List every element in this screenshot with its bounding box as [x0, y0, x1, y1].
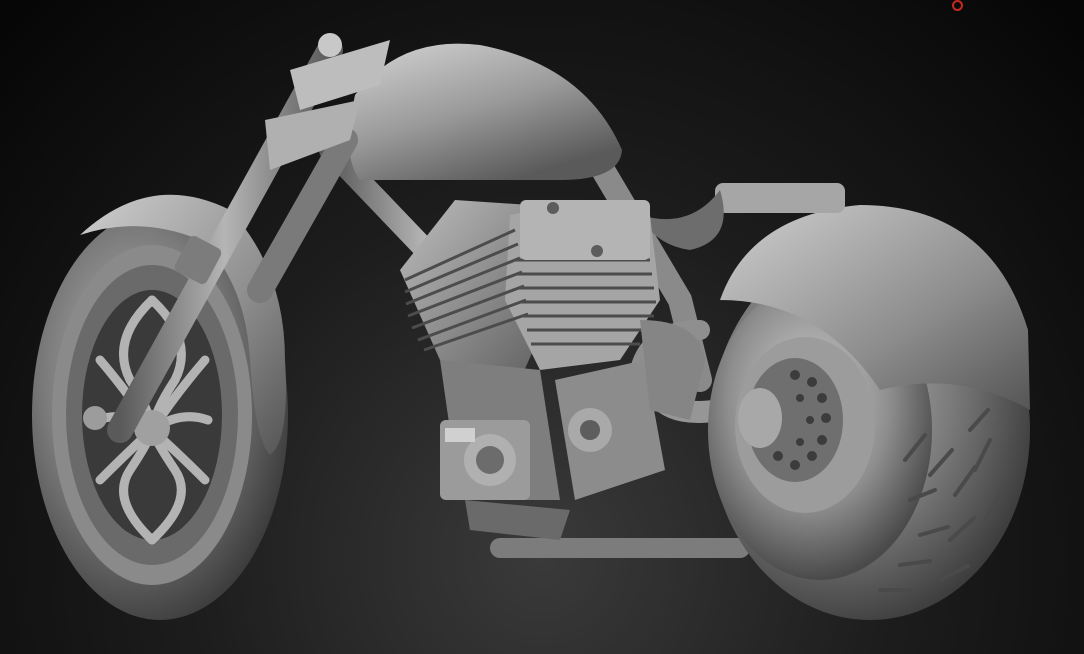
motorcycle-render: [32, 33, 1030, 620]
red-circle-icon: [952, 0, 963, 11]
gas-tank: [348, 43, 622, 180]
sculpt-viewport[interactable]: [0, 0, 1084, 654]
seat-rail: [715, 183, 845, 213]
